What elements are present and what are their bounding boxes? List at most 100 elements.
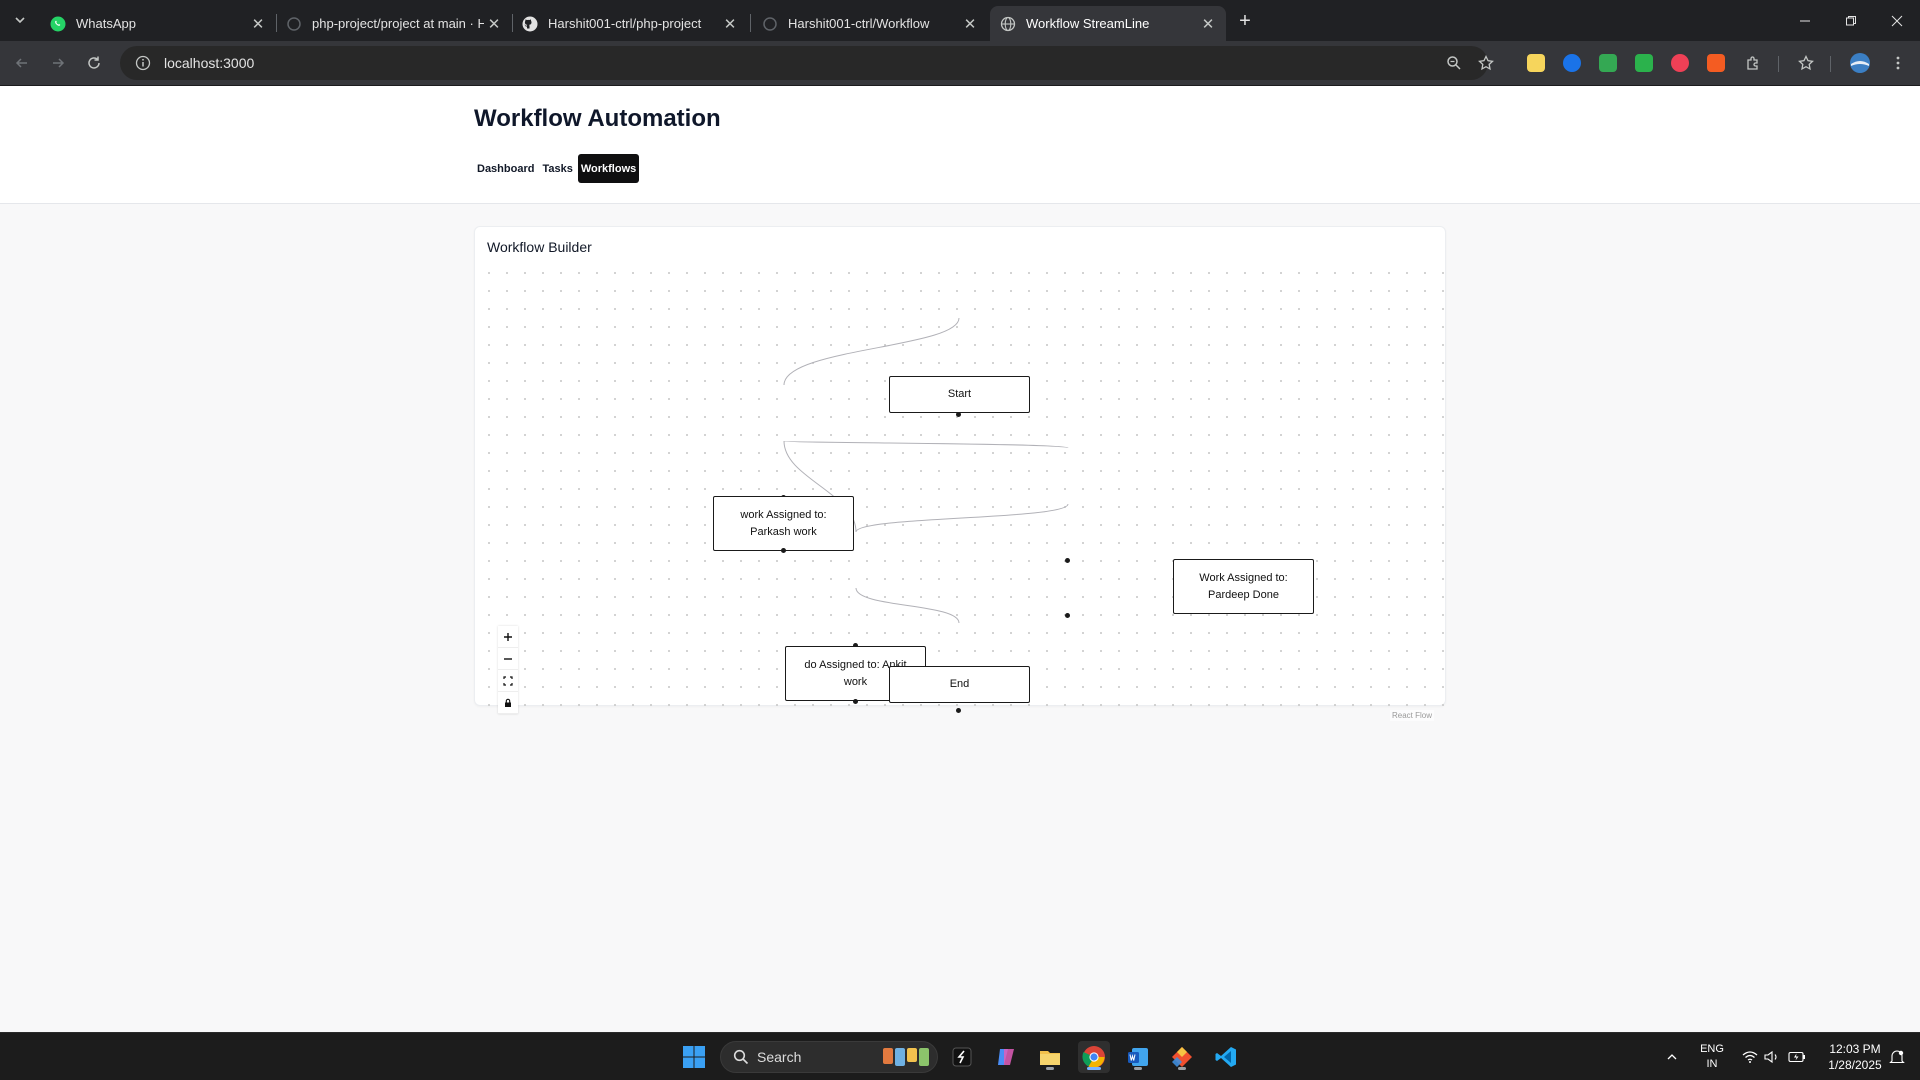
restore-window-button[interactable] [1828,0,1874,41]
bookmarks-button[interactable] [1792,49,1820,77]
input-language-indicator[interactable]: ENG IN [1694,1033,1730,1080]
react-flow-attribution[interactable]: React Flow [1390,710,1435,721]
zoom-in-button[interactable] [498,626,518,648]
green-extension-icon[interactable] [1635,54,1653,72]
nav-tab-workflows[interactable]: Workflows [577,154,640,183]
puzzle-extension-icon[interactable] [1599,54,1617,72]
notifications-button[interactable] [1882,1033,1912,1080]
whatsapp-icon [50,16,66,32]
tab-title: php-project/project at main · H [312,16,484,31]
new-tab-button[interactable]: + [1232,8,1258,34]
taskbar-clock[interactable]: 12:03 PM 1/28/2025 [1818,1033,1892,1080]
restore-icon [1846,15,1856,25]
node-source-handle[interactable] [1065,613,1070,618]
flow-canvas[interactable]: Start work Assigned to: Parkash work Wor… [474,258,1446,716]
wifi-icon[interactable] [1738,1033,1762,1080]
node-target-handle[interactable] [1065,558,1070,563]
tab-separator [750,14,751,32]
close-tab-icon[interactable]: ✕ [960,15,980,33]
close-tab-icon[interactable]: ✕ [248,15,268,33]
browser-toolbar: localhost:3000 [0,41,1920,86]
word-icon[interactable] [1122,1041,1154,1073]
tab-title: WhatsApp [76,16,136,31]
github-icon [522,16,538,32]
close-tab-icon[interactable]: ✕ [1198,15,1218,33]
flow-node-end[interactable]: End [889,666,1030,703]
show-hidden-icons-button[interactable] [1660,1033,1684,1080]
minimize-window-button[interactable] [1782,0,1828,41]
clock-time: 12:03 PM [1829,1042,1881,1056]
flow-node-pardeep[interactable]: Work Assigned to: Pardeep Done [1173,559,1314,614]
nav-tab-tasks[interactable]: Tasks [539,154,575,183]
reload-button[interactable] [80,49,108,77]
arrow-left-icon [15,58,27,68]
forward-button[interactable] [44,49,72,77]
taskbar-search[interactable]: Search [720,1041,938,1073]
terminal-app-icon[interactable] [946,1041,978,1073]
running-indicator [1178,1067,1186,1070]
copilot-icon[interactable] [990,1041,1022,1073]
main-nav: Dashboard Tasks Workflows [474,154,640,183]
tab-whatsapp[interactable]: WhatsApp ✕ [40,6,276,41]
flow-node-parkash[interactable]: work Assigned to: Parkash work [713,496,854,551]
running-indicator [1046,1067,1054,1070]
address-bar[interactable]: localhost:3000 [120,46,1488,80]
tab-github-workflow[interactable]: Harshit001-ctrl/Workflow ✕ [752,6,988,41]
file-explorer-icon[interactable] [1034,1041,1066,1073]
site-info-icon[interactable] [126,55,160,71]
star-outline-icon [1478,55,1494,71]
profile-avatar[interactable] [1846,49,1874,77]
browser-tab-strip: WhatsApp ✕ php-project/project at main ·… [0,0,1920,41]
tab-search-button[interactable] [8,8,32,32]
chevron-up-icon [1667,1054,1677,1060]
extensions-button[interactable] [1739,49,1767,77]
windows-logo-icon [683,1046,705,1068]
lock-icon [505,698,511,707]
tab-workflow-streamline[interactable]: Workflow StreamLine ✕ [990,6,1226,41]
tab-github-php-project[interactable]: Harshit001-ctrl/php-project ✕ [512,6,748,41]
reload-icon [88,56,100,69]
plus-icon [504,632,512,641]
fit-view-button[interactable] [498,670,518,692]
node-target-handle[interactable] [956,708,961,713]
nav-tab-dashboard[interactable]: Dashboard [474,154,537,183]
node-source-handle[interactable] [781,548,786,553]
sticky-notes-extension-icon[interactable] [1527,54,1545,72]
zoom-out-button[interactable] [498,648,518,670]
edge-start-to-parkash [783,317,960,386]
node-source-handle[interactable] [956,412,961,417]
close-window-button[interactable] [1874,0,1920,41]
volume-icon[interactable] [1760,1033,1784,1080]
tab-php-project-tree[interactable]: php-project/project at main · H ✕ [276,6,512,41]
arrow-right-icon [53,58,65,68]
running-indicator [1087,1067,1101,1070]
minimize-icon [1800,20,1810,21]
node-source-handle[interactable] [853,699,858,704]
start-button[interactable] [678,1041,710,1073]
flow-node-start[interactable]: Start [889,376,1030,413]
back-button[interactable] [8,49,36,77]
search-placeholder: Search [757,1049,802,1065]
page-content: Workflow Automation Dashboard Tasks Work… [0,86,1920,1032]
zoom-button[interactable] [1440,49,1468,77]
edge-parkash-to-pardeep [783,440,1069,449]
close-tab-icon[interactable]: ✕ [720,15,740,33]
vscode-icon[interactable] [1210,1041,1242,1073]
browser-menu-button[interactable] [1884,49,1912,77]
app-header: Workflow Automation Dashboard Tasks Work… [0,86,1920,204]
tab-title: Harshit001-ctrl/Workflow [788,16,930,31]
lock-button[interactable] [498,692,518,714]
more-vertical-icon [1896,56,1900,70]
flow-controls [498,626,518,714]
orange-extension-icon[interactable] [1707,54,1725,72]
pocket-extension-icon[interactable] [1671,54,1689,72]
running-indicator [1134,1067,1142,1070]
search-icon [733,1049,749,1065]
battery-icon[interactable] [1784,1033,1810,1080]
close-tab-icon[interactable]: ✕ [484,15,504,33]
git-gui-icon[interactable] [1166,1041,1198,1073]
notification-bell-icon [1889,1050,1905,1064]
edge-extension-icon[interactable] [1563,54,1581,72]
bookmark-star-button[interactable] [1472,49,1500,77]
chrome-icon[interactable] [1078,1041,1110,1073]
